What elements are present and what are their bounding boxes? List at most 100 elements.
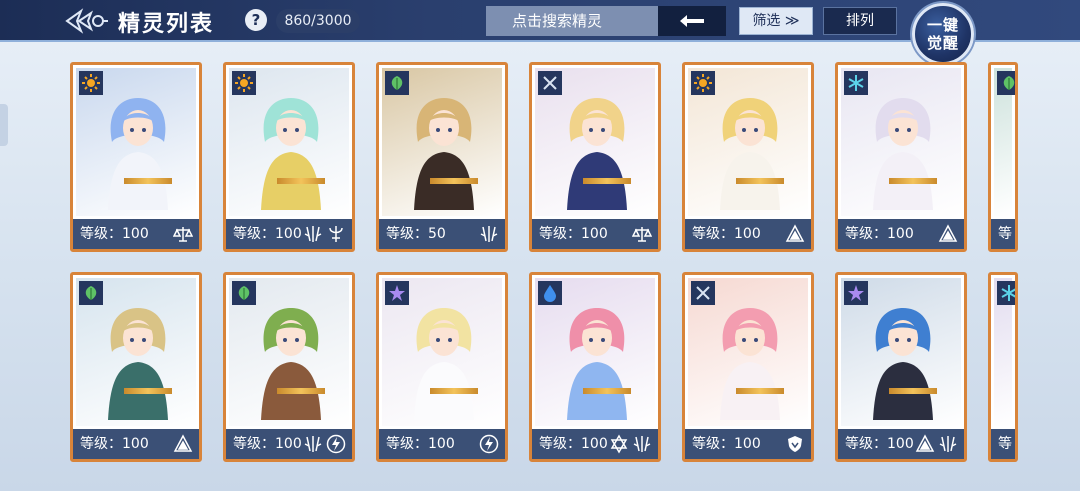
- character-illustration: [108, 308, 168, 420]
- skill-icons: [915, 434, 958, 454]
- character-illustration: [261, 98, 321, 210]
- spirit-card[interactable]: 等级：100: [70, 62, 202, 252]
- level-bar: 等级：100: [991, 429, 1015, 459]
- rarity-tag: [736, 178, 784, 184]
- skill-icons: [303, 224, 346, 244]
- level-bar: 等级：100: [226, 219, 352, 249]
- leaf-icon: [79, 281, 103, 305]
- level-label: 等级：100: [80, 436, 149, 452]
- character-illustration: [873, 308, 933, 420]
- leaf-icon: [997, 71, 1015, 95]
- level-label: 等级：100: [845, 436, 914, 452]
- skill-icons: [479, 434, 499, 454]
- triangle-icon: [915, 434, 935, 454]
- spirit-portrait: [226, 65, 352, 219]
- sword-icon: [691, 281, 715, 305]
- spirit-card[interactable]: 等级：100: [988, 272, 1018, 462]
- spirit-card[interactable]: 等级：100: [835, 62, 967, 252]
- level-label: 等级：100: [386, 436, 455, 452]
- rarity-tag: [277, 178, 325, 184]
- level-bar: 等级：100: [685, 429, 811, 459]
- lightning-icon: [326, 434, 346, 454]
- character-illustration: [720, 98, 780, 210]
- level-label: 等级：100: [692, 436, 761, 452]
- claw-icon: [938, 434, 958, 454]
- spirit-card[interactable]: 等级：100: [223, 272, 355, 462]
- skill-icons: [479, 224, 499, 244]
- spirit-card[interactable]: 等级：100: [223, 62, 355, 252]
- shield-icon: [785, 434, 805, 454]
- level-label: 等级：100: [998, 226, 1012, 242]
- skill-icons: [631, 224, 653, 244]
- rarity-tag: [889, 388, 937, 394]
- spirit-card[interactable]: 等级：100: [70, 272, 202, 462]
- level-bar: 等级：100: [73, 219, 199, 249]
- level-label: 等级：50: [386, 226, 446, 242]
- level-label: 等级：100: [233, 436, 302, 452]
- rarity-tag: [430, 388, 478, 394]
- level-label: 等级：100: [539, 226, 608, 242]
- level-label: 等级：100: [845, 226, 914, 242]
- leaf-icon: [385, 71, 409, 95]
- spirit-card[interactable]: 等级：100: [835, 272, 967, 462]
- triangle-icon: [938, 224, 958, 244]
- character-illustration: [720, 308, 780, 420]
- spirit-portrait: [532, 275, 658, 429]
- level-label: 等级：100: [80, 226, 149, 242]
- character-illustration: [1016, 92, 1018, 210]
- spirit-portrait: [73, 65, 199, 219]
- claw-icon: [303, 224, 323, 244]
- level-bar: 等级：100: [226, 429, 352, 459]
- spirit-card[interactable]: 等级：100: [682, 62, 814, 252]
- trident-icon: [326, 224, 346, 244]
- sun-icon: [691, 71, 715, 95]
- leaf-icon: [232, 281, 256, 305]
- spirit-card[interactable]: 等级：50: [376, 62, 508, 252]
- level-bar: 等级：50: [379, 219, 505, 249]
- rarity-tag: [277, 388, 325, 394]
- rarity-tag: [889, 178, 937, 184]
- level-bar: 等级：100: [532, 429, 658, 459]
- rarity-tag: [583, 388, 631, 394]
- scale-icon: [172, 224, 194, 244]
- snow-icon: [844, 71, 868, 95]
- spirit-card[interactable]: 等级：100: [682, 272, 814, 462]
- rarity-tag: [124, 178, 172, 184]
- snow-icon: [997, 281, 1015, 305]
- scale-icon: [631, 224, 653, 244]
- claw-icon: [303, 434, 323, 454]
- character-illustration: [567, 308, 627, 420]
- skill-icons: [303, 434, 346, 454]
- character-illustration: [261, 308, 321, 420]
- spirit-card[interactable]: 等级：100: [529, 272, 661, 462]
- character-illustration: [414, 308, 474, 420]
- star-icon: [385, 281, 409, 305]
- lightning-icon: [479, 434, 499, 454]
- spirit-portrait: [991, 65, 1015, 219]
- skill-icons: [172, 224, 194, 244]
- sun-icon: [79, 71, 103, 95]
- spirit-portrait: [991, 275, 1015, 429]
- skill-icons: [609, 434, 652, 454]
- spirit-card[interactable]: 等级：100: [376, 272, 508, 462]
- rarity-tag: [583, 178, 631, 184]
- skill-icons: [173, 434, 193, 454]
- spirit-portrait: [379, 275, 505, 429]
- rarity-tag: [124, 388, 172, 394]
- sword-icon: [538, 71, 562, 95]
- character-illustration: [567, 98, 627, 210]
- star-icon: [844, 281, 868, 305]
- spirit-portrait: [226, 275, 352, 429]
- level-label: 等级：100: [998, 436, 1012, 452]
- sun-icon: [232, 71, 256, 95]
- spirit-portrait: [379, 65, 505, 219]
- spirit-card[interactable]: 等级：100: [529, 62, 661, 252]
- spirit-portrait: [838, 275, 964, 429]
- character-illustration: [873, 98, 933, 210]
- level-bar: 等级：100: [991, 219, 1015, 249]
- rarity-tag: [736, 388, 784, 394]
- level-bar: 等级：100: [838, 429, 964, 459]
- character-illustration: [108, 98, 168, 210]
- level-bar: 等级：100: [379, 429, 505, 459]
- spirit-card[interactable]: 等级：100: [988, 62, 1018, 252]
